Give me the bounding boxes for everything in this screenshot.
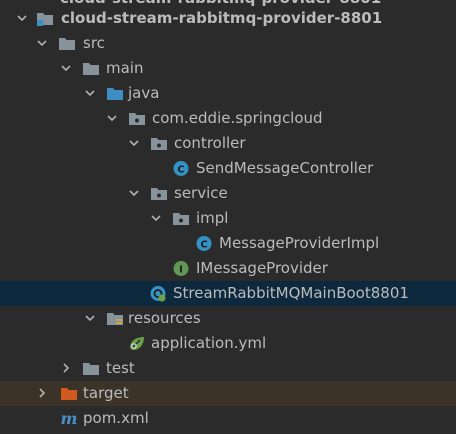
package-icon xyxy=(151,188,167,200)
chevron-down-icon[interactable] xyxy=(60,62,72,74)
folder-icon xyxy=(83,63,99,75)
package-icon xyxy=(129,113,145,125)
chevron-right-icon[interactable] xyxy=(60,362,72,374)
tree-row-send-message-controller[interactable]: C SendMessageController xyxy=(0,156,456,181)
maven-badge: m xyxy=(61,410,78,427)
tree-row-resources[interactable]: resources xyxy=(0,306,456,331)
tree-row-main-boot-class[interactable]: StreamRabbitMQMainBoot8801 xyxy=(0,281,456,306)
tree-row-label: controller xyxy=(174,134,246,152)
tree-row-service[interactable]: service xyxy=(0,181,456,206)
tree-row-label: IMessageProvider xyxy=(196,259,328,277)
tree-row-module[interactable]: cloud-stream-rabbitmq-provider-8801 xyxy=(0,6,456,31)
tree-row-label: target xyxy=(83,384,129,402)
chevron-down-icon[interactable] xyxy=(128,187,140,199)
tree-row-label: application.yml xyxy=(151,334,267,352)
tree-row-controller[interactable]: controller xyxy=(0,131,456,156)
folder-icon xyxy=(83,363,99,375)
chevron-down-icon[interactable] xyxy=(84,87,96,99)
tree-row-java[interactable]: java xyxy=(0,81,456,106)
tree-row-label: resources xyxy=(128,309,201,327)
class-badge: C xyxy=(200,240,207,251)
spring-boot-class-icon xyxy=(150,286,166,302)
tree-row-label: service xyxy=(174,184,228,202)
excluded-folder-icon xyxy=(61,388,77,400)
tree-row-label: main xyxy=(106,59,144,77)
tree-row-label: impl xyxy=(196,209,229,227)
tree-row-target[interactable]: target xyxy=(0,381,456,406)
tree-row-label: pom.xml xyxy=(83,409,149,427)
source-root-folder-icon xyxy=(107,88,123,100)
tree-row-label: cloud-stream-rabbitmq-provider-8801 xyxy=(61,9,383,27)
tree-row-message-provider-impl[interactable]: C MessageProviderImpl xyxy=(0,231,456,256)
tree-row-impl[interactable]: impl xyxy=(0,206,456,231)
tree-row-label: com.eddie.springcloud xyxy=(152,109,323,127)
tree-row-label: MessageProviderImpl xyxy=(219,234,380,252)
tree-row-label: SendMessageController xyxy=(196,159,374,177)
tree-row-main[interactable]: main xyxy=(0,56,456,81)
chevron-down-icon[interactable] xyxy=(84,312,96,324)
class-icon: C xyxy=(173,161,189,176)
tree-row-pom-xml[interactable]: m pom.xml xyxy=(0,406,456,431)
tree-row-label: java xyxy=(128,84,160,102)
tree-row-label: test xyxy=(106,359,135,377)
tree-row-imessage-provider[interactable]: I IMessageProvider xyxy=(0,256,456,281)
class-badge: C xyxy=(177,165,184,176)
chevron-down-icon[interactable] xyxy=(106,112,118,124)
tree-row-application-yml[interactable]: application.yml xyxy=(0,331,456,356)
tree-row-label: StreamRabbitMQMainBoot8801 xyxy=(173,284,409,302)
resources-folder-icon xyxy=(107,313,123,325)
tree-row-package-root[interactable]: com.eddie.springcloud xyxy=(0,106,456,131)
chevron-down-icon[interactable] xyxy=(36,37,48,49)
class-icon: C xyxy=(196,236,212,251)
chevron-down-icon[interactable] xyxy=(16,12,28,24)
chevron-down-icon[interactable] xyxy=(150,212,162,224)
spring-config-icon xyxy=(130,337,144,350)
maven-icon: m xyxy=(61,410,78,427)
interface-badge: I xyxy=(179,265,183,276)
interface-icon: I xyxy=(173,261,189,276)
package-icon xyxy=(151,138,167,150)
chevron-right-icon[interactable] xyxy=(36,387,48,399)
folder-icon xyxy=(59,38,75,50)
module-folder-icon xyxy=(37,13,53,26)
project-tree: cloud-stream-rabbitmq-provider-8801 clou… xyxy=(0,0,456,434)
package-icon xyxy=(173,213,189,225)
tree-row-src[interactable]: src xyxy=(0,31,456,56)
chevron-down-icon[interactable] xyxy=(128,137,140,149)
tree-row-label: src xyxy=(83,34,105,52)
tree-row-test[interactable]: test xyxy=(0,356,456,381)
